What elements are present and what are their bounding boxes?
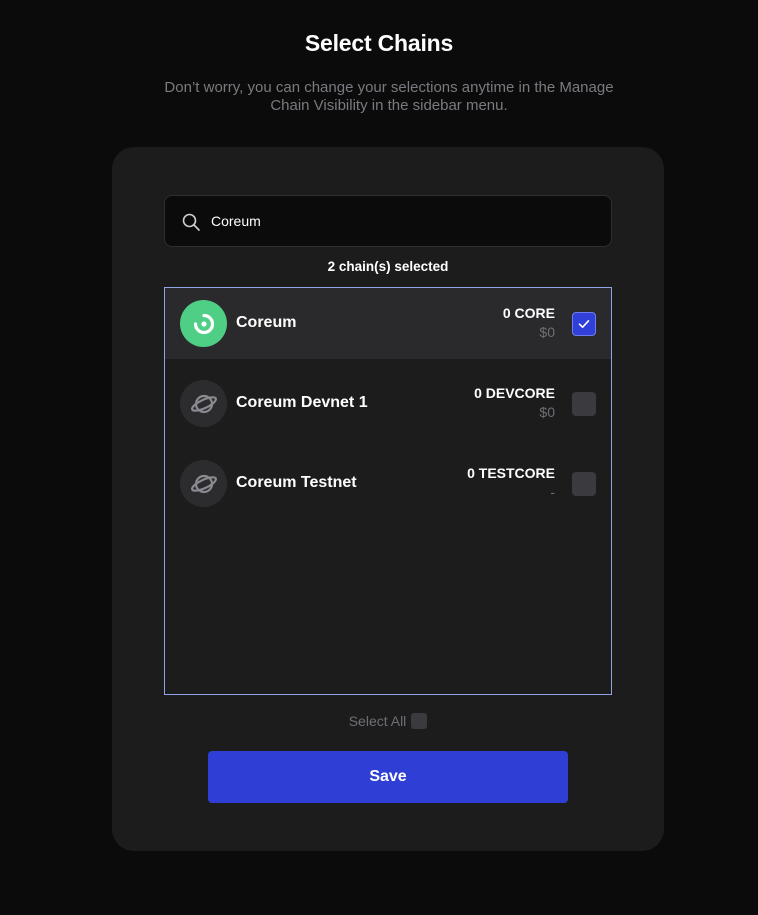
select-all-label: Select All: [348, 713, 407, 729]
chain-list[interactable]: Coreum 0 CORE $0 Coreum Devnet 1 0 DEVCO…: [164, 287, 612, 695]
search-input[interactable]: [211, 196, 601, 246]
chain-row-coreum[interactable]: Coreum 0 CORE $0: [165, 288, 611, 359]
chain-balance: 0 DEVCORE: [474, 385, 555, 401]
chain-row-coreum-devnet-1[interactable]: Coreum Devnet 1 0 DEVCORE $0: [165, 368, 611, 439]
chain-balance: 0 CORE: [502, 305, 555, 321]
chain-checkbox[interactable]: [572, 472, 596, 496]
chain-checkbox[interactable]: [572, 312, 596, 336]
chain-name: Coreum Devnet 1: [236, 394, 368, 411]
selected-count: 2 chain(s) selected: [327, 259, 449, 274]
check-icon: [578, 320, 590, 328]
planet-icon: [180, 460, 227, 507]
select-chains-card: 2 chain(s) selected Coreum 0 CORE $0: [112, 147, 664, 851]
coreum-logo-icon: [180, 300, 227, 347]
select-all-checkbox[interactable]: [411, 713, 428, 729]
chain-name: Coreum: [236, 314, 297, 331]
chain-checkbox[interactable]: [572, 392, 596, 416]
chain-value: -: [550, 484, 555, 500]
page-subtitle: Don’t worry, you can change your selecti…: [164, 79, 614, 114]
search-icon: [182, 213, 200, 231]
planet-icon: [180, 380, 227, 427]
select-all-control[interactable]: Select All: [112, 713, 664, 729]
page-title: Select Chains: [304, 30, 454, 56]
chain-value: $0: [539, 324, 555, 340]
chain-row-coreum-testnet[interactable]: Coreum Testnet 0 TESTCORE -: [165, 448, 611, 519]
save-button[interactable]: Save: [208, 751, 568, 803]
search-field[interactable]: [164, 195, 612, 247]
chain-name: Coreum Testnet: [236, 474, 357, 491]
chain-value: $0: [539, 404, 555, 420]
chain-balance: 0 TESTCORE: [467, 465, 555, 481]
